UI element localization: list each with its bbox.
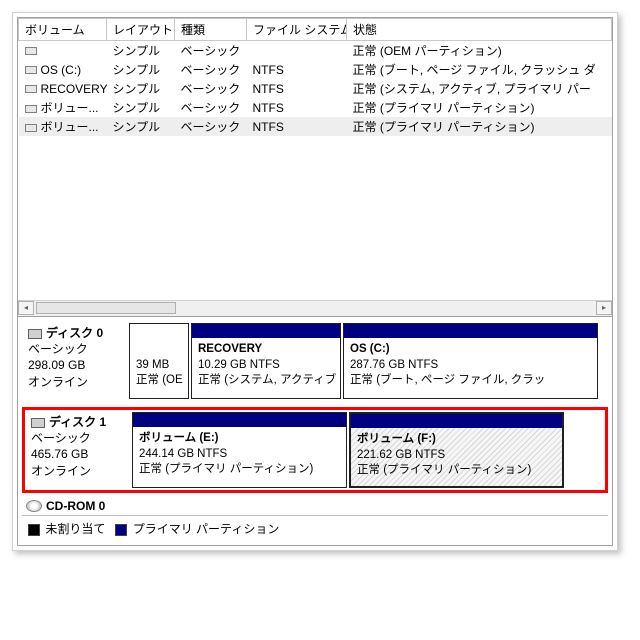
partition[interactable]: ボリューム (F:)221.62 GB NTFS正常 (プライマリ パーティショ… xyxy=(349,412,564,488)
partition[interactable]: RECOVERY10.29 GB NTFS正常 (システム, アクティブ xyxy=(191,323,341,399)
disk-label: ディスク 1ベーシック465.76 GBオンライン xyxy=(27,412,132,488)
partition[interactable]: ボリューム (E:)244.14 GB NTFS正常 (プライマリ パーティショ… xyxy=(132,412,347,488)
table-row[interactable]: シンプルベーシック正常 (OEM パーティション) xyxy=(19,41,612,61)
cdrom-title: CD-ROM 0 xyxy=(46,499,105,513)
volume-icon xyxy=(25,124,37,132)
table-row[interactable]: ボリュー...シンプルベーシックNTFS正常 (プライマリ パーティション) xyxy=(19,117,612,136)
disk-row: ディスク 1ベーシック465.76 GBオンラインボリューム (E:)244.1… xyxy=(22,407,608,493)
col-type[interactable]: 種類 xyxy=(175,19,247,41)
volume-icon xyxy=(25,47,37,55)
scroll-left-icon[interactable]: ◂ xyxy=(18,301,34,315)
volume-icon xyxy=(25,85,37,93)
scroll-thumb[interactable] xyxy=(36,302,176,314)
col-layout[interactable]: レイアウト xyxy=(107,19,175,41)
volume-icon xyxy=(25,105,37,113)
disk-graphic-area: ディスク 0ベーシック298.09 GBオンライン39 MB正常 (OERECO… xyxy=(17,317,613,546)
legend-unallocated: 未割り当て xyxy=(45,522,105,536)
scroll-right-icon[interactable]: ▸ xyxy=(596,301,612,315)
disk-label: ディスク 0ベーシック298.09 GBオンライン xyxy=(24,323,129,399)
column-header-row[interactable]: ボリューム レイアウト 種類 ファイル システム 状態 xyxy=(19,19,612,41)
legend-swatch-primary xyxy=(115,524,127,536)
legend-swatch-unallocated xyxy=(28,524,40,536)
col-filesystem[interactable]: ファイル システム xyxy=(247,19,347,41)
legend-primary: プライマリ パーティション xyxy=(133,522,280,536)
disk-management-window: ボリューム レイアウト 種類 ファイル システム 状態 シンプルベーシック正常 … xyxy=(12,12,618,551)
cdrom-icon xyxy=(26,500,42,512)
col-volume[interactable]: ボリューム xyxy=(19,19,107,41)
volume-icon xyxy=(25,66,37,74)
disk-icon xyxy=(31,418,45,428)
col-status[interactable]: 状態 xyxy=(347,19,612,41)
disk-row: ディスク 0ベーシック298.09 GBオンライン39 MB正常 (OERECO… xyxy=(22,321,608,401)
scroll-track[interactable] xyxy=(34,301,596,316)
volume-list[interactable]: ボリューム レイアウト 種類 ファイル システム 状態 シンプルベーシック正常 … xyxy=(17,17,613,317)
disk-icon xyxy=(28,329,42,339)
horizontal-scrollbar[interactable]: ◂ ▸ xyxy=(18,300,612,316)
partition[interactable]: OS (C:)287.76 GB NTFS正常 (ブート, ページ ファイル, … xyxy=(343,323,598,399)
table-row[interactable]: RECOVERYシンプルベーシックNTFS正常 (システム, アクティブ, プラ… xyxy=(19,79,612,98)
table-row[interactable]: OS (C:)シンプルベーシックNTFS正常 (ブート, ページ ファイル, ク… xyxy=(19,60,612,79)
legend: 未割り当て プライマリ パーティション xyxy=(22,515,608,541)
table-row[interactable]: ボリュー...シンプルベーシックNTFS正常 (プライマリ パーティション) xyxy=(19,98,612,117)
cdrom-row[interactable]: CD-ROM 0 xyxy=(22,499,608,513)
partition[interactable]: 39 MB正常 (OE xyxy=(129,323,189,399)
